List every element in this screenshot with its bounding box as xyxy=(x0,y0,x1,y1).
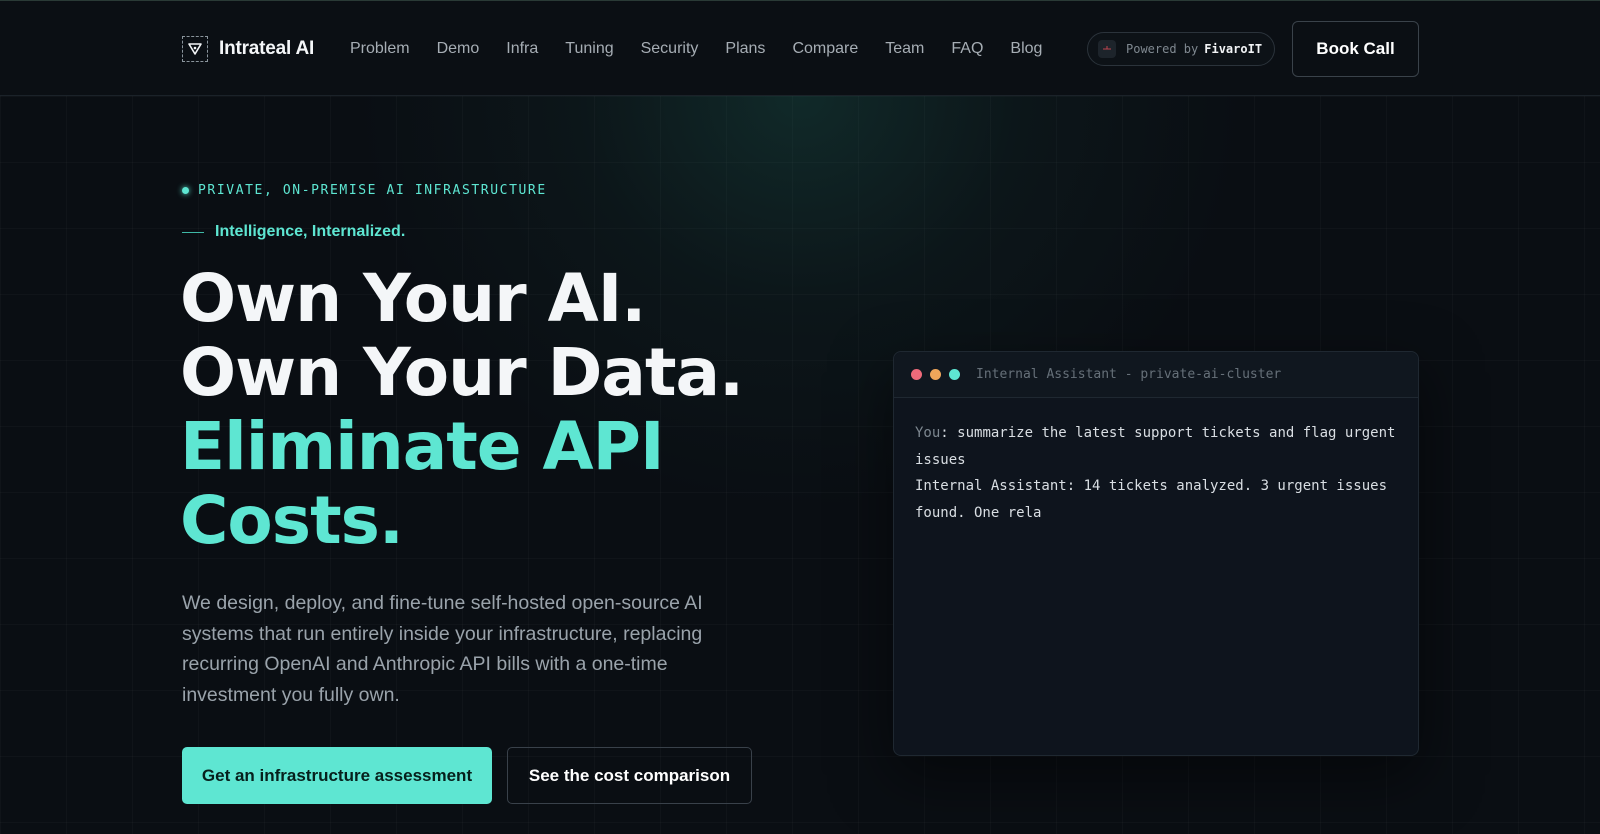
red-dot-icon xyxy=(911,369,922,380)
powered-by-label: Powered by xyxy=(1126,42,1199,56)
nav-item-plans[interactable]: Plans xyxy=(725,39,765,59)
eyebrow-text: PRIVATE, ON-PREMISE AI INFRASTRUCTURE xyxy=(198,183,547,198)
infrastructure-assessment-button[interactable]: Get an infrastructure assessment xyxy=(182,747,492,804)
tagline-divider xyxy=(182,231,204,233)
green-dot-icon xyxy=(949,369,960,380)
logo[interactable]: Intrateal AI xyxy=(182,36,314,62)
nav-item-problem[interactable]: Problem xyxy=(350,39,410,59)
hero-headline: Own Your AI. Own Your Data. Eliminate AP… xyxy=(180,260,744,559)
logo-icon xyxy=(182,36,208,62)
brand-name: Intrateal AI xyxy=(219,38,315,59)
yellow-dot-icon xyxy=(930,369,941,380)
nav-item-compare[interactable]: Compare xyxy=(792,39,858,59)
nav-item-infra[interactable]: Infra xyxy=(506,39,538,59)
headline-line-2: Own Your Data. xyxy=(180,334,744,411)
terminal-title-bar: Internal Assistant - private-ai-cluster xyxy=(894,352,1418,398)
hero-eyebrow: PRIVATE, ON-PREMISE AI INFRASTRUCTURE xyxy=(182,183,547,198)
tagline-text: Intelligence, Internalized. xyxy=(215,223,406,240)
terminal-title: Internal Assistant - private-ai-cluster xyxy=(976,367,1282,382)
powered-by-brand: FivaroIT xyxy=(1204,42,1263,56)
user-message: You: summarize the latest support ticket… xyxy=(915,420,1397,473)
headline-line-4: Costs. xyxy=(180,482,404,559)
assistant-message: Internal Assistant: 14 tickets analyzed.… xyxy=(915,478,1388,521)
nav-item-team[interactable]: Team xyxy=(885,39,924,59)
terminal-body: You: summarize the latest support ticket… xyxy=(894,398,1418,548)
headline-line-1: Own Your AI. xyxy=(180,260,646,337)
powered-by-badge[interactable]: Powered by FivaroIT xyxy=(1087,32,1275,66)
hero-tagline: Intelligence, Internalized. xyxy=(182,223,405,241)
hero-description: We design, deploy, and fine-tune self-ho… xyxy=(182,592,703,706)
user-label: You xyxy=(915,425,941,441)
headline-line-3: Eliminate API xyxy=(180,408,665,485)
book-call-button[interactable]: Book Call xyxy=(1292,21,1419,77)
assistant-terminal: Internal Assistant - private-ai-cluster … xyxy=(893,351,1419,756)
cost-comparison-button[interactable]: See the cost comparison xyxy=(507,747,752,804)
user-message-text: : summarize the latest support tickets a… xyxy=(915,425,1396,468)
nav-item-blog[interactable]: Blog xyxy=(1010,39,1042,59)
fivaroit-logo-icon xyxy=(1098,40,1116,58)
site-header: Intrateal AI Problem Demo Infra Tuning S… xyxy=(0,1,1600,96)
status-dot-icon xyxy=(182,187,189,194)
nav-item-faq[interactable]: FAQ xyxy=(951,39,983,59)
nav-item-demo[interactable]: Demo xyxy=(437,39,480,59)
nav-item-tuning[interactable]: Tuning xyxy=(565,39,613,59)
nav-item-security[interactable]: Security xyxy=(641,39,699,59)
main-nav: Problem Demo Infra Tuning Security Plans… xyxy=(350,39,1069,59)
